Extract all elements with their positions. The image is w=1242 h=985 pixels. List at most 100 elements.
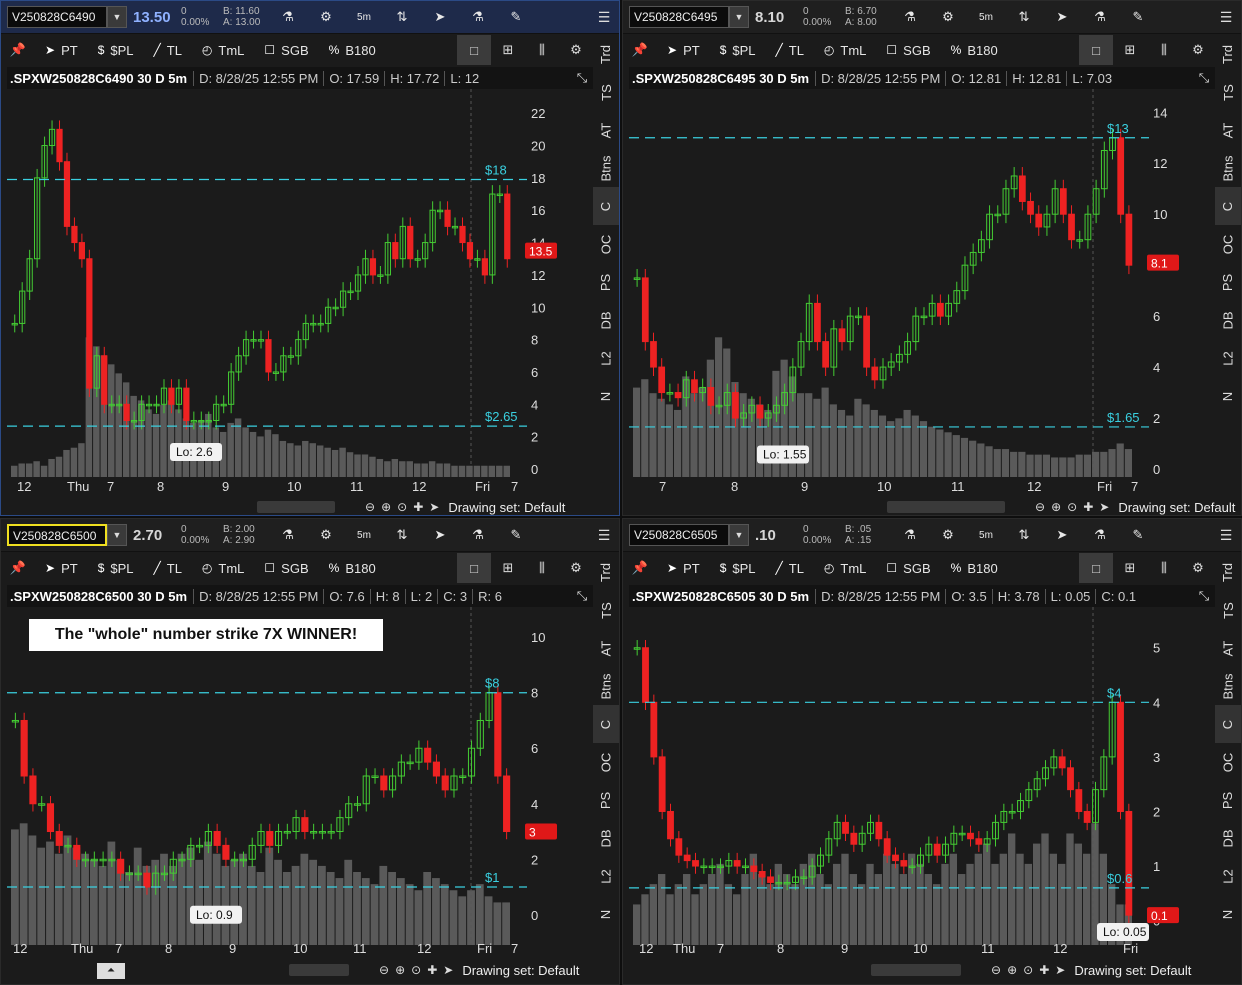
single-layout-icon[interactable]: □: [1079, 553, 1113, 583]
side-tab-ts[interactable]: TS: [1215, 591, 1241, 629]
side-tab-oc[interactable]: OC: [1215, 743, 1241, 781]
single-layout-icon[interactable]: □: [1079, 35, 1113, 65]
side-tab-n[interactable]: N: [593, 377, 619, 415]
drawing-set-label[interactable]: Drawing set: Default: [1118, 500, 1235, 515]
side-tab-at[interactable]: AT: [593, 629, 619, 667]
side-tab-n[interactable]: N: [593, 895, 619, 933]
price-chart[interactable]: .SPXW250828C6490 30 D 5m D: 8/28/25 12:5…: [7, 67, 593, 477]
b180-tool-button[interactable]: % B180: [319, 35, 386, 65]
studies-icon[interactable]: ⚗: [1081, 519, 1119, 552]
pointer-icon[interactable]: ➤: [1055, 963, 1065, 977]
expand-icon[interactable]: ⤡: [1193, 588, 1215, 604]
expand-icon[interactable]: ⤡: [571, 588, 593, 604]
zoom-reset-icon[interactable]: ⊙: [1067, 500, 1077, 514]
pin-icon[interactable]: 📌: [623, 35, 657, 65]
zoom-in-icon[interactable]: ⊕: [1007, 963, 1017, 977]
price-chart[interactable]: .SPXW250828C6505 30 D 5m D: 8/28/25 12:5…: [629, 585, 1215, 945]
drawing-set-label[interactable]: Drawing set: Default: [462, 963, 579, 978]
bars-icon[interactable]: ⫼: [1147, 35, 1181, 65]
price-tool-button[interactable]: ➤ PT: [657, 553, 710, 583]
symbol-dropdown-button[interactable]: ▼: [107, 524, 127, 546]
side-tab-l2[interactable]: L2: [593, 339, 619, 377]
side-tab-c[interactable]: C: [593, 187, 619, 225]
cursor-icon[interactable]: ➤: [421, 1, 459, 34]
interval-button[interactable]: 5m: [967, 1, 1005, 34]
studies-icon[interactable]: ⚗: [459, 519, 497, 552]
cursor-icon[interactable]: ➤: [1043, 519, 1081, 552]
grid-layout-icon[interactable]: ⊞: [491, 35, 525, 65]
drawing-tools-icon[interactable]: ✎: [497, 1, 535, 34]
zoom-reset-icon[interactable]: ⊙: [1023, 963, 1033, 977]
side-tab-btns[interactable]: Btns: [593, 149, 619, 187]
single-layout-icon[interactable]: □: [457, 35, 491, 65]
side-tab-oc[interactable]: OC: [593, 225, 619, 263]
trendline-tool-button[interactable]: ╱ TL: [766, 553, 814, 583]
side-tab-btns[interactable]: Btns: [593, 667, 619, 705]
symbol-input[interactable]: V250828C6500: [7, 524, 107, 546]
pl-tool-button[interactable]: $ $PL: [710, 35, 766, 65]
interval-button[interactable]: 5m: [345, 519, 383, 552]
side-tab-trd[interactable]: Trd: [593, 553, 619, 591]
side-tab-db[interactable]: DB: [593, 301, 619, 339]
menu-icon[interactable]: ☰: [589, 9, 619, 26]
timeline-tool-button[interactable]: ◴ TmL: [192, 553, 254, 583]
gear-icon[interactable]: ⚙: [307, 519, 345, 552]
chart-style-icon[interactable]: ⇅: [1005, 1, 1043, 34]
flask-icon[interactable]: ⚗: [269, 519, 307, 552]
timeline-tool-button[interactable]: ◴ TmL: [814, 553, 876, 583]
grid-layout-icon[interactable]: ⊞: [491, 553, 525, 583]
settings-icon[interactable]: ⚙: [1181, 35, 1215, 65]
horizontal-scrollbar[interactable]: [257, 501, 335, 513]
side-tab-ts[interactable]: TS: [593, 591, 619, 629]
price-chart[interactable]: .SPXW250828C6495 30 D 5m D: 8/28/25 12:5…: [629, 67, 1215, 477]
studies-icon[interactable]: ⚗: [459, 1, 497, 34]
side-tab-l2[interactable]: L2: [1215, 857, 1241, 895]
sgb-tool-button[interactable]: ☐ SGB: [876, 35, 940, 65]
drawing-tools-icon[interactable]: ✎: [497, 519, 535, 552]
pin-icon[interactable]: 📌: [1, 35, 35, 65]
expand-panel-icon[interactable]: ⏶: [97, 963, 125, 979]
side-tab-at[interactable]: AT: [1215, 111, 1241, 149]
symbol-input[interactable]: V250828C6490: [7, 6, 107, 28]
pin-icon[interactable]: 📌: [1, 553, 35, 583]
interval-button[interactable]: 5m: [345, 1, 383, 34]
crosshair-icon[interactable]: ✚: [1083, 500, 1093, 514]
zoom-out-icon[interactable]: ⊖: [379, 963, 389, 977]
grid-layout-icon[interactable]: ⊞: [1113, 35, 1147, 65]
crosshair-icon[interactable]: ✚: [1039, 963, 1049, 977]
side-tab-l2[interactable]: L2: [593, 857, 619, 895]
b180-tool-button[interactable]: % B180: [319, 553, 386, 583]
side-tab-trd[interactable]: Trd: [1215, 35, 1241, 73]
grid-layout-icon[interactable]: ⊞: [1113, 553, 1147, 583]
menu-icon[interactable]: ☰: [1211, 9, 1241, 26]
pointer-icon[interactable]: ➤: [443, 963, 453, 977]
side-tab-at[interactable]: AT: [593, 111, 619, 149]
pl-tool-button[interactable]: $ $PL: [88, 553, 144, 583]
side-tab-ps[interactable]: PS: [1215, 263, 1241, 301]
studies-icon[interactable]: ⚗: [1081, 1, 1119, 34]
settings-icon[interactable]: ⚙: [559, 553, 593, 583]
settings-icon[interactable]: ⚙: [1181, 553, 1215, 583]
timeline-tool-button[interactable]: ◴ TmL: [192, 35, 254, 65]
price-tool-button[interactable]: ➤ PT: [35, 553, 88, 583]
cursor-icon[interactable]: ➤: [1043, 1, 1081, 34]
flask-icon[interactable]: ⚗: [891, 519, 929, 552]
bars-icon[interactable]: ⫼: [1147, 553, 1181, 583]
gear-icon[interactable]: ⚙: [929, 519, 967, 552]
b180-tool-button[interactable]: % B180: [941, 553, 1008, 583]
bars-icon[interactable]: ⫼: [525, 553, 559, 583]
side-tab-n[interactable]: N: [1215, 377, 1241, 415]
pointer-icon[interactable]: ➤: [429, 500, 439, 514]
settings-icon[interactable]: ⚙: [559, 35, 593, 65]
side-tab-ps[interactable]: PS: [593, 781, 619, 819]
trendline-tool-button[interactable]: ╱ TL: [766, 35, 814, 65]
side-tab-c[interactable]: C: [1215, 705, 1241, 743]
side-tab-c[interactable]: C: [1215, 187, 1241, 225]
side-tab-db[interactable]: DB: [593, 819, 619, 857]
flask-icon[interactable]: ⚗: [269, 1, 307, 34]
crosshair-icon[interactable]: ✚: [427, 963, 437, 977]
horizontal-scrollbar[interactable]: [871, 964, 961, 976]
crosshair-icon[interactable]: ✚: [413, 500, 423, 514]
pointer-icon[interactable]: ➤: [1099, 500, 1109, 514]
side-tab-btns[interactable]: Btns: [1215, 149, 1241, 187]
